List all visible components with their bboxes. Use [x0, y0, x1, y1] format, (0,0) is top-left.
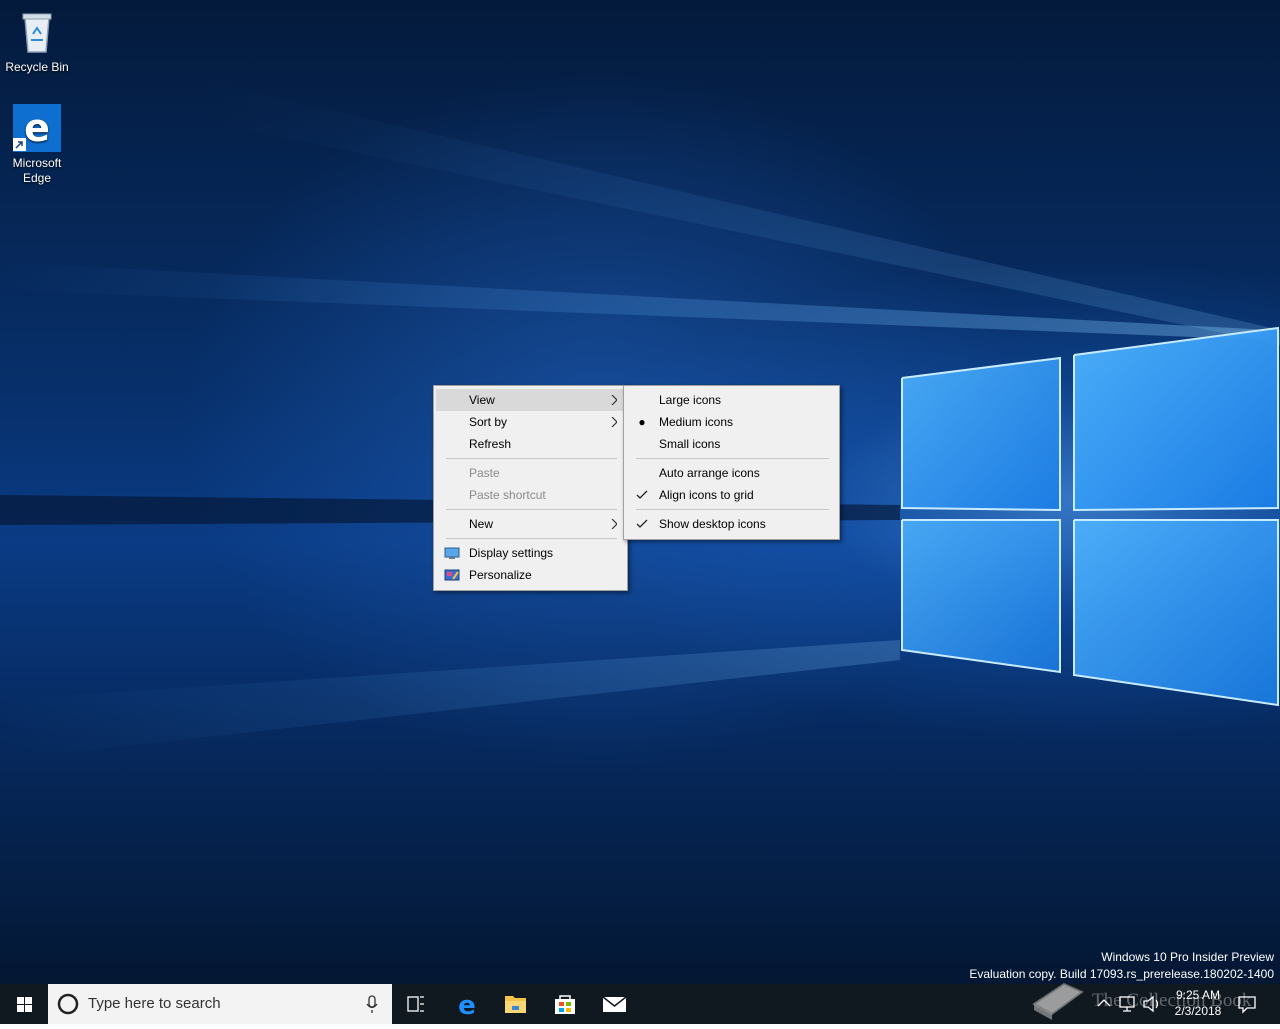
menu-item-paste-label: Paste: [469, 466, 500, 480]
view-submenu: Large icons ● Medium icons Small icons A…: [623, 385, 840, 540]
cortana-icon: [57, 993, 79, 1015]
build-watermark: Windows 10 Pro Insider Preview Evaluatio…: [969, 949, 1274, 983]
watermark-line-1: Windows 10 Pro Insider Preview: [1101, 950, 1274, 964]
windows-logo-icon: [17, 997, 32, 1012]
svg-text:e: e: [24, 106, 50, 150]
edge-shortcut[interactable]: e Microsoft Edge: [0, 104, 74, 186]
search-box[interactable]: Type here to search: [48, 984, 392, 1024]
align-to-grid-label: Align icons to grid: [659, 488, 754, 502]
submenu-item-align-to-grid[interactable]: Align icons to grid: [626, 484, 837, 506]
svg-text:e: e: [458, 991, 476, 1021]
file-explorer-icon: [505, 996, 526, 1013]
task-view-button[interactable]: [392, 984, 440, 1024]
mail-button[interactable]: [590, 984, 638, 1024]
large-icons-label: Large icons: [659, 393, 722, 407]
small-icons-label: Small icons: [659, 437, 721, 451]
taskbar-edge-button[interactable]: e: [443, 984, 491, 1024]
menu-item-display-settings[interactable]: Display settings: [436, 542, 625, 564]
menu-item-paste: Paste: [436, 462, 625, 484]
menu-item-new[interactable]: New: [436, 513, 625, 535]
menu-item-refresh[interactable]: Refresh: [436, 433, 625, 455]
menu-item-personalize-label: Personalize: [469, 568, 532, 582]
file-explorer-button[interactable]: [492, 984, 540, 1024]
chevron-right-icon: [611, 417, 617, 427]
menu-item-display-settings-label: Display settings: [469, 546, 554, 560]
menu-item-personalize[interactable]: Personalize: [436, 564, 625, 586]
desktop[interactable]: Recycle Bin e Microsoft Edge View Sort b…: [0, 0, 1280, 984]
menu-item-view-label: View: [469, 393, 495, 407]
store-button[interactable]: [541, 984, 589, 1024]
submenu-item-show-desktop-icons[interactable]: Show desktop icons: [626, 513, 837, 535]
recycle-bin-shortcut[interactable]: Recycle Bin: [0, 8, 74, 75]
checkmark-icon: [634, 487, 650, 503]
menu-separator: [446, 538, 617, 539]
watermark-line-2: Evaluation copy. Build 17093.rs_prerelea…: [969, 967, 1274, 981]
microphone-icon[interactable]: [362, 984, 382, 1024]
submenu-item-large-icons[interactable]: Large icons: [626, 389, 837, 411]
medium-icons-label: Medium icons: [659, 415, 734, 429]
start-button[interactable]: [0, 984, 48, 1024]
menu-item-sort-by-label: Sort by: [469, 415, 508, 429]
edge-label: Microsoft Edge: [12, 156, 62, 185]
menu-item-view[interactable]: View: [436, 389, 625, 411]
submenu-item-medium-icons[interactable]: ● Medium icons: [626, 411, 837, 433]
store-icon: [555, 995, 575, 1014]
submenu-item-auto-arrange[interactable]: Auto arrange icons: [626, 462, 837, 484]
collection-book-watermark: The Collection Book: [1092, 990, 1252, 1011]
chevron-right-icon: [611, 395, 617, 405]
menu-item-paste-shortcut: Paste shortcut: [436, 484, 625, 506]
auto-arrange-label: Auto arrange icons: [659, 466, 760, 480]
show-desktop-icons-label: Show desktop icons: [659, 517, 766, 531]
chevron-right-icon: [611, 519, 617, 529]
book-logo-icon: [1032, 982, 1084, 1020]
mail-icon: [602, 996, 627, 1012]
menu-item-new-label: New: [469, 517, 494, 531]
menu-item-refresh-label: Refresh: [469, 437, 512, 451]
menu-item-paste-shortcut-label: Paste shortcut: [469, 488, 546, 502]
checkmark-icon: [634, 516, 650, 532]
edge-icon: e: [458, 991, 476, 1021]
edge-icon: e: [13, 104, 61, 152]
task-view-icon: [407, 996, 424, 1012]
bullet-icon: ●: [638, 415, 646, 429]
menu-separator: [446, 458, 617, 459]
search-placeholder: Type here to search: [88, 995, 221, 1012]
desktop-context-menu: View Sort by Refresh Paste Paste shortcu…: [433, 385, 628, 591]
menu-item-sort-by[interactable]: Sort by: [436, 411, 625, 433]
menu-separator: [446, 509, 617, 510]
recycle-bin-icon: [13, 8, 61, 56]
display-settings-icon: [444, 545, 460, 561]
personalize-icon: [444, 567, 460, 583]
menu-separator: [636, 509, 829, 510]
recycle-bin-label: Recycle Bin: [5, 60, 69, 74]
submenu-item-small-icons[interactable]: Small icons: [626, 433, 837, 455]
menu-separator: [636, 458, 829, 459]
